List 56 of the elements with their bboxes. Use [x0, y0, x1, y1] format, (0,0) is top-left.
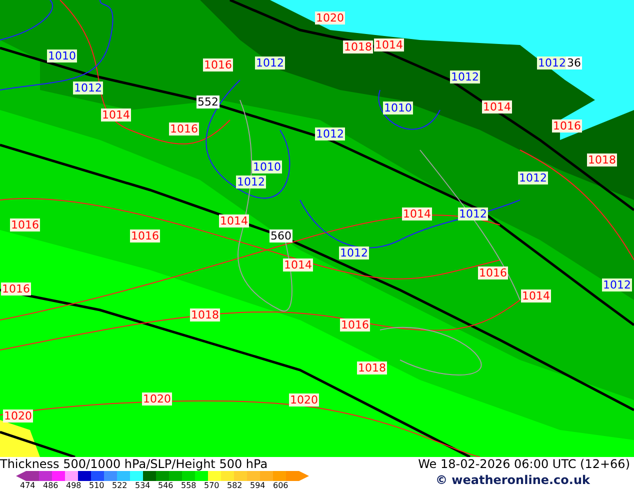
- contour-label: 1012: [458, 208, 488, 220]
- contour-label: 1016: [169, 122, 199, 136]
- scale-tick-label: 558: [181, 481, 198, 490]
- contour-label: 1016: [130, 230, 160, 242]
- contour-label: 1018: [343, 40, 373, 54]
- scale-tick-label: 486: [43, 481, 60, 490]
- contour-label: 1014: [482, 100, 512, 114]
- scale-tick-label: 606: [273, 481, 290, 490]
- contour-label: 1010: [47, 50, 77, 62]
- contour-label: 1012: [450, 70, 480, 84]
- contour-label: 1010: [252, 160, 282, 174]
- scale-start-arrow-icon: [16, 471, 26, 481]
- contour-label: 1012: [339, 246, 369, 260]
- contour-label: 1016: [1, 282, 31, 296]
- scale-tick-label: 510: [89, 481, 106, 490]
- contour-label: 1014: [521, 290, 551, 302]
- chart-title: Thickness 500/1000 hPa/SLP/Height 500 hPa: [0, 457, 268, 471]
- contour-label: 552: [196, 96, 220, 108]
- contour-label: 1012: [236, 176, 266, 188]
- copyright-link[interactable]: © weatheronline.co.uk: [435, 471, 634, 489]
- contour-label: 1020: [315, 11, 345, 24]
- contour-label: 1020: [142, 392, 172, 406]
- contour-label: 1012: [255, 56, 285, 70]
- contour-label: 1014: [283, 258, 313, 272]
- contour-label: 1012: [537, 56, 567, 70]
- valid-time: We 18-02-2026 06:00 UTC (12+66): [418, 457, 631, 471]
- scale-tick-label: 498: [66, 481, 82, 490]
- scale-end-arrow-icon: [299, 471, 309, 481]
- contour-label: 1012: [315, 128, 345, 140]
- contour-label: 1016: [10, 218, 40, 232]
- scale-tick-label: 582: [227, 481, 244, 490]
- contour-label: 1014: [402, 208, 432, 220]
- scale-tick-label: 594: [250, 481, 266, 490]
- contour-label: 560: [270, 230, 292, 242]
- contour-label: 1014: [101, 108, 131, 122]
- contour-label: 1016: [478, 266, 508, 280]
- scale-tick-label: 546: [158, 481, 174, 490]
- contour-label: 1014: [374, 38, 404, 52]
- contour-label: 1020: [289, 394, 319, 406]
- contour-label: 1010: [383, 102, 413, 114]
- contour-label: 1012: [518, 172, 548, 184]
- contour-label: 1018: [190, 308, 220, 322]
- contour-label: 1012: [602, 278, 632, 292]
- contour-label: 1016: [203, 58, 233, 72]
- contour-label: 1016: [552, 120, 582, 132]
- contour-label: 1018: [587, 154, 617, 166]
- contour-label: 1012: [73, 82, 103, 94]
- contour-label: 36: [566, 56, 582, 70]
- scale-tick-label: 570: [204, 481, 220, 490]
- contour-label: 1016: [340, 318, 370, 332]
- contour-label: 1020: [3, 410, 33, 422]
- contour-label: 1018: [357, 362, 387, 374]
- scale-tick-label: 522: [112, 481, 128, 490]
- scale-tick-label: 534: [135, 481, 152, 490]
- contour-label: 1014: [219, 214, 249, 228]
- scale-tick-label: 474: [20, 481, 36, 490]
